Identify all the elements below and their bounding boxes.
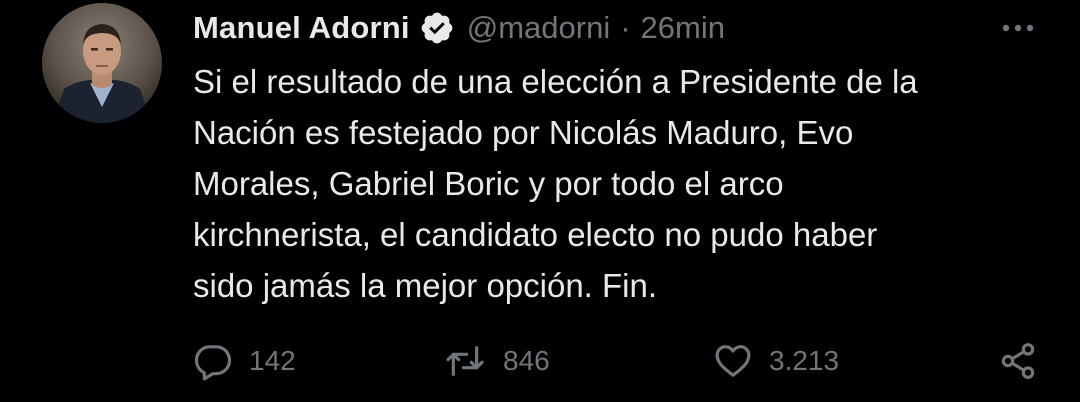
verified-badge-icon [419,10,455,46]
avatar[interactable] [42,3,162,123]
reply-button[interactable]: 142 [193,338,296,384]
reply-count: 142 [249,345,296,376]
like-count: 3.213 [769,345,840,376]
tweet-text: Si el resultado de una elección a Presid… [193,63,918,304]
reply-icon [193,341,233,381]
retweet-icon [443,341,487,381]
avatar-image [42,3,162,123]
retweet-count: 846 [503,345,550,376]
author-name[interactable]: Manuel Adorni [193,10,410,46]
tweet[interactable]: Manuel Adorni @madorni · 26min Si el res… [0,0,1080,402]
retweet-button[interactable]: 846 [443,338,550,384]
author-handle[interactable]: @madorni [467,10,610,46]
share-icon [998,341,1038,381]
heart-icon [713,341,753,381]
like-button[interactable]: 3.213 [713,338,839,384]
tweet-header: Manuel Adorni @madorni · 26min [193,8,725,48]
tweet-timestamp[interactable]: 26min [641,10,725,46]
tweet-actions: 142 846 3.213 [193,338,1043,384]
share-button[interactable] [998,338,1038,384]
separator-dot: · [620,10,631,45]
more-options-icon[interactable] [998,12,1038,44]
